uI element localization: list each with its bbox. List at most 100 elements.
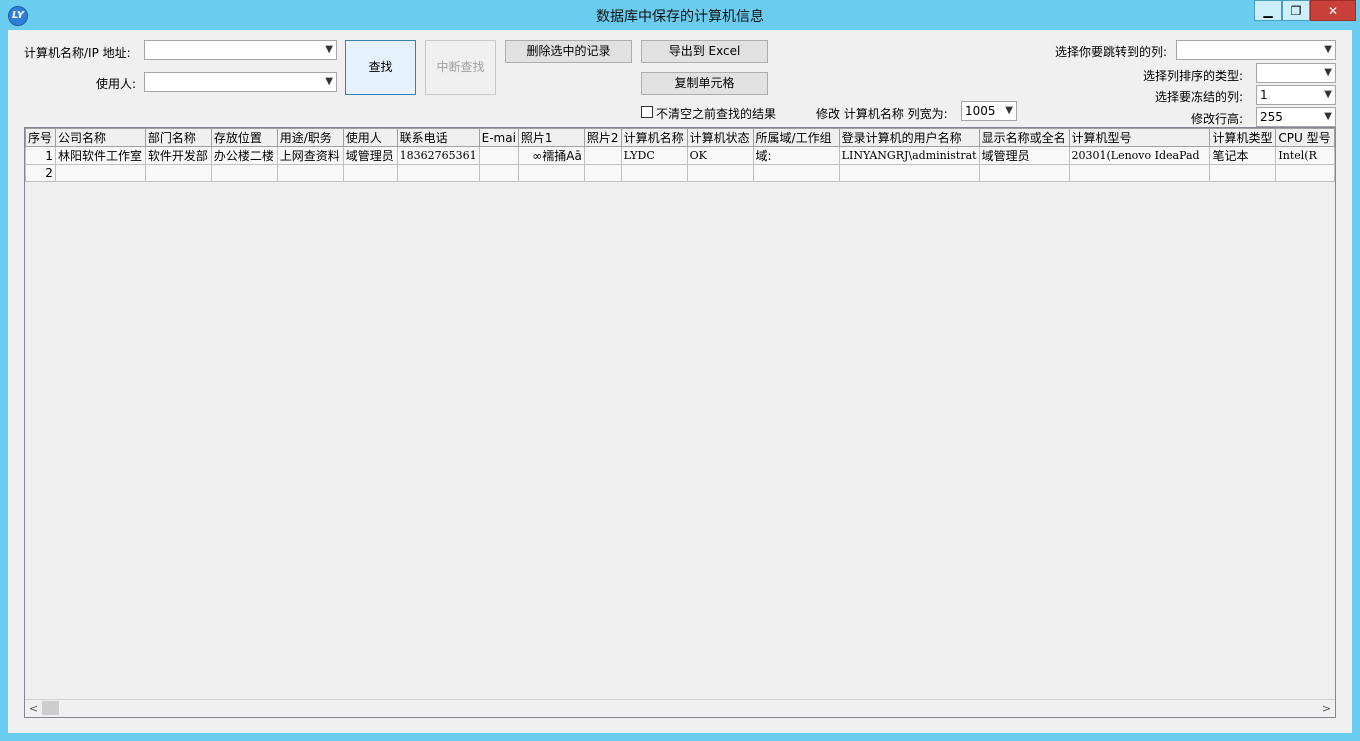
stop-search-button[interactable]: 中断查找 xyxy=(425,40,496,95)
table-cell[interactable]: Intel(R xyxy=(1275,146,1335,165)
table-cell[interactable] xyxy=(210,164,278,182)
table-cell[interactable]: 域管理员 xyxy=(978,146,1070,165)
scroll-left-icon[interactable]: < xyxy=(25,700,42,717)
table-cell[interactable]: LINYANGRJ\administrat xyxy=(838,146,980,165)
col-header-location[interactable]: 存放位置 xyxy=(210,128,278,147)
table-cell[interactable]: 20301(Lenovo IdeaPad xyxy=(1068,146,1211,165)
col-header-photo2[interactable]: 照片2 xyxy=(583,128,622,147)
col-header-index[interactable]: 序号 xyxy=(25,128,56,147)
chevron-down-icon: ▼ xyxy=(325,44,333,55)
col-header-model[interactable]: 计算机型号 xyxy=(1068,128,1211,147)
user-combo[interactable]: ▼ xyxy=(144,72,337,92)
table-cell[interactable]: 办公楼二楼 xyxy=(210,146,278,165)
table-cell[interactable]: 18362765361 xyxy=(396,146,480,165)
table-cell[interactable]: 1 xyxy=(25,146,56,165)
column-width-combo[interactable]: 1005 ▼ xyxy=(961,101,1017,121)
table-cell[interactable] xyxy=(752,164,840,182)
col-header-cpu[interactable]: CPU 型号 xyxy=(1275,128,1335,147)
maximize-button[interactable]: ❐ xyxy=(1282,0,1310,21)
table-cell[interactable] xyxy=(1275,164,1335,182)
table-cell[interactable]: 2 xyxy=(25,164,56,182)
chevron-down-icon: ▼ xyxy=(325,76,333,87)
user-label: 使用人: xyxy=(96,77,137,91)
chevron-down-icon: ▼ xyxy=(1324,111,1332,122)
table-cell[interactable] xyxy=(144,164,212,182)
table-cell[interactable] xyxy=(978,164,1070,182)
table-cell[interactable] xyxy=(342,164,398,182)
copy-cell-button[interactable]: 复制单元格 xyxy=(641,72,768,95)
table-cell[interactable]: 笔记本 xyxy=(1209,146,1277,165)
computer-info-grid[interactable]: 序号 公司名称 部门名称 存放位置 用途/职务 使用人 联系电话 E-mai 照… xyxy=(24,127,1336,718)
col-header-computer-type[interactable]: 计算机类型 xyxy=(1209,128,1277,147)
name-ip-combo[interactable]: ▼ xyxy=(144,40,337,60)
col-header-purpose[interactable]: 用途/职务 xyxy=(276,128,344,147)
find-button[interactable]: 查找 xyxy=(345,40,416,95)
table-cell[interactable]: 域管理员 xyxy=(342,146,398,165)
chevron-down-icon: ▼ xyxy=(1324,44,1332,55)
table-cell[interactable]: OK xyxy=(686,146,754,165)
table-cell[interactable] xyxy=(583,164,622,182)
table-cell[interactable]: 域: xyxy=(752,146,840,165)
col-header-email[interactable]: E-mai xyxy=(478,128,519,147)
table-cell[interactable] xyxy=(1209,164,1277,182)
close-button[interactable]: ✕ xyxy=(1310,0,1356,21)
app-window: LY 数据库中保存的计算机信息 ▁ ❐ ✕ 计算机名称/IP 地址: ▼ 使用人… xyxy=(0,0,1360,741)
table-cell[interactable] xyxy=(838,164,980,182)
grid-table: 序号 公司名称 部门名称 存放位置 用途/职务 使用人 联系电话 E-mai 照… xyxy=(25,128,1335,182)
table-row[interactable]: 2 xyxy=(25,164,1335,182)
table-cell[interactable]: 林阳软件工作室 xyxy=(54,146,146,165)
table-cell[interactable] xyxy=(686,164,754,182)
row-height-value: 255 xyxy=(1260,110,1283,124)
col-header-domain[interactable]: 所属域/工作组 xyxy=(752,128,840,147)
table-cell[interactable]: LYDC xyxy=(620,146,688,165)
table-row[interactable]: 1 林阳软件工作室 软件开发部 办公楼二楼 上网查资料 域管理员 1836276… xyxy=(25,146,1335,165)
scroll-right-icon[interactable]: > xyxy=(1318,700,1335,717)
column-width-label: 修改 计算机名称 列宽为: xyxy=(816,107,948,121)
table-cell[interactable]: ∞襦捅Aā xyxy=(517,146,585,165)
keep-results-label: 不清空之前查找的结果 xyxy=(656,107,777,121)
col-header-company[interactable]: 公司名称 xyxy=(54,128,146,147)
col-header-computer-status[interactable]: 计算机状态 xyxy=(686,128,754,147)
col-header-photo1[interactable]: 照片1 xyxy=(517,128,585,147)
chevron-down-icon: ▼ xyxy=(1324,89,1332,100)
table-cell[interactable] xyxy=(478,146,519,165)
window-title: 数据库中保存的计算机信息 xyxy=(596,9,764,25)
table-cell[interactable] xyxy=(1068,164,1211,182)
freeze-column-combo[interactable]: 1 ▼ xyxy=(1256,85,1336,105)
table-cell[interactable] xyxy=(276,164,344,182)
row-height-combo[interactable]: 255 ▼ xyxy=(1256,107,1336,127)
jump-column-combo[interactable]: ▼ xyxy=(1176,40,1336,60)
table-cell[interactable] xyxy=(396,164,480,182)
title-bar[interactable]: LY 数据库中保存的计算机信息 ▁ ❐ ✕ xyxy=(0,0,1360,30)
chevron-down-icon: ▼ xyxy=(1005,105,1013,116)
keep-results-checkbox[interactable] xyxy=(641,106,653,118)
table-cell[interactable]: 上网查资料 xyxy=(276,146,344,165)
col-header-user[interactable]: 使用人 xyxy=(342,128,398,147)
chevron-down-icon: ▼ xyxy=(1324,67,1332,78)
horizontal-scrollbar[interactable]: < > xyxy=(25,699,1335,717)
col-header-computer-name[interactable]: 计算机名称 xyxy=(620,128,688,147)
sort-type-label: 选择列排序的类型: xyxy=(1143,69,1244,83)
sort-type-combo[interactable]: ▼ xyxy=(1256,63,1336,83)
table-cell[interactable] xyxy=(620,164,688,182)
jump-column-label: 选择你要跳转到的列: xyxy=(1055,45,1168,59)
col-header-display-name[interactable]: 显示名称或全名 xyxy=(978,128,1070,147)
table-cell[interactable] xyxy=(517,164,585,182)
col-header-login-user[interactable]: 登录计算机的用户名称 xyxy=(838,128,980,147)
col-header-department[interactable]: 部门名称 xyxy=(144,128,212,147)
name-ip-label: 计算机名称/IP 地址: xyxy=(24,46,131,60)
row-height-label: 修改行高: xyxy=(1191,112,1244,126)
export-excel-button[interactable]: 导出到 Excel xyxy=(641,40,768,63)
column-width-value: 1005 xyxy=(965,104,996,118)
table-cell[interactable]: 软件开发部 xyxy=(144,146,212,165)
freeze-column-value: 1 xyxy=(1260,88,1268,102)
minimize-button[interactable]: ▁ xyxy=(1254,0,1282,21)
table-cell[interactable] xyxy=(583,146,622,165)
scroll-thumb[interactable] xyxy=(42,701,59,715)
table-cell[interactable] xyxy=(478,164,519,182)
delete-selected-button[interactable]: 删除选中的记录 xyxy=(505,40,632,63)
client-area: 计算机名称/IP 地址: ▼ 使用人: ▼ 查找 中断查找 删除选中的记录 导出… xyxy=(8,30,1352,733)
table-cell[interactable] xyxy=(54,164,146,182)
col-header-phone[interactable]: 联系电话 xyxy=(396,128,480,147)
freeze-column-label: 选择要冻结的列: xyxy=(1155,90,1244,104)
